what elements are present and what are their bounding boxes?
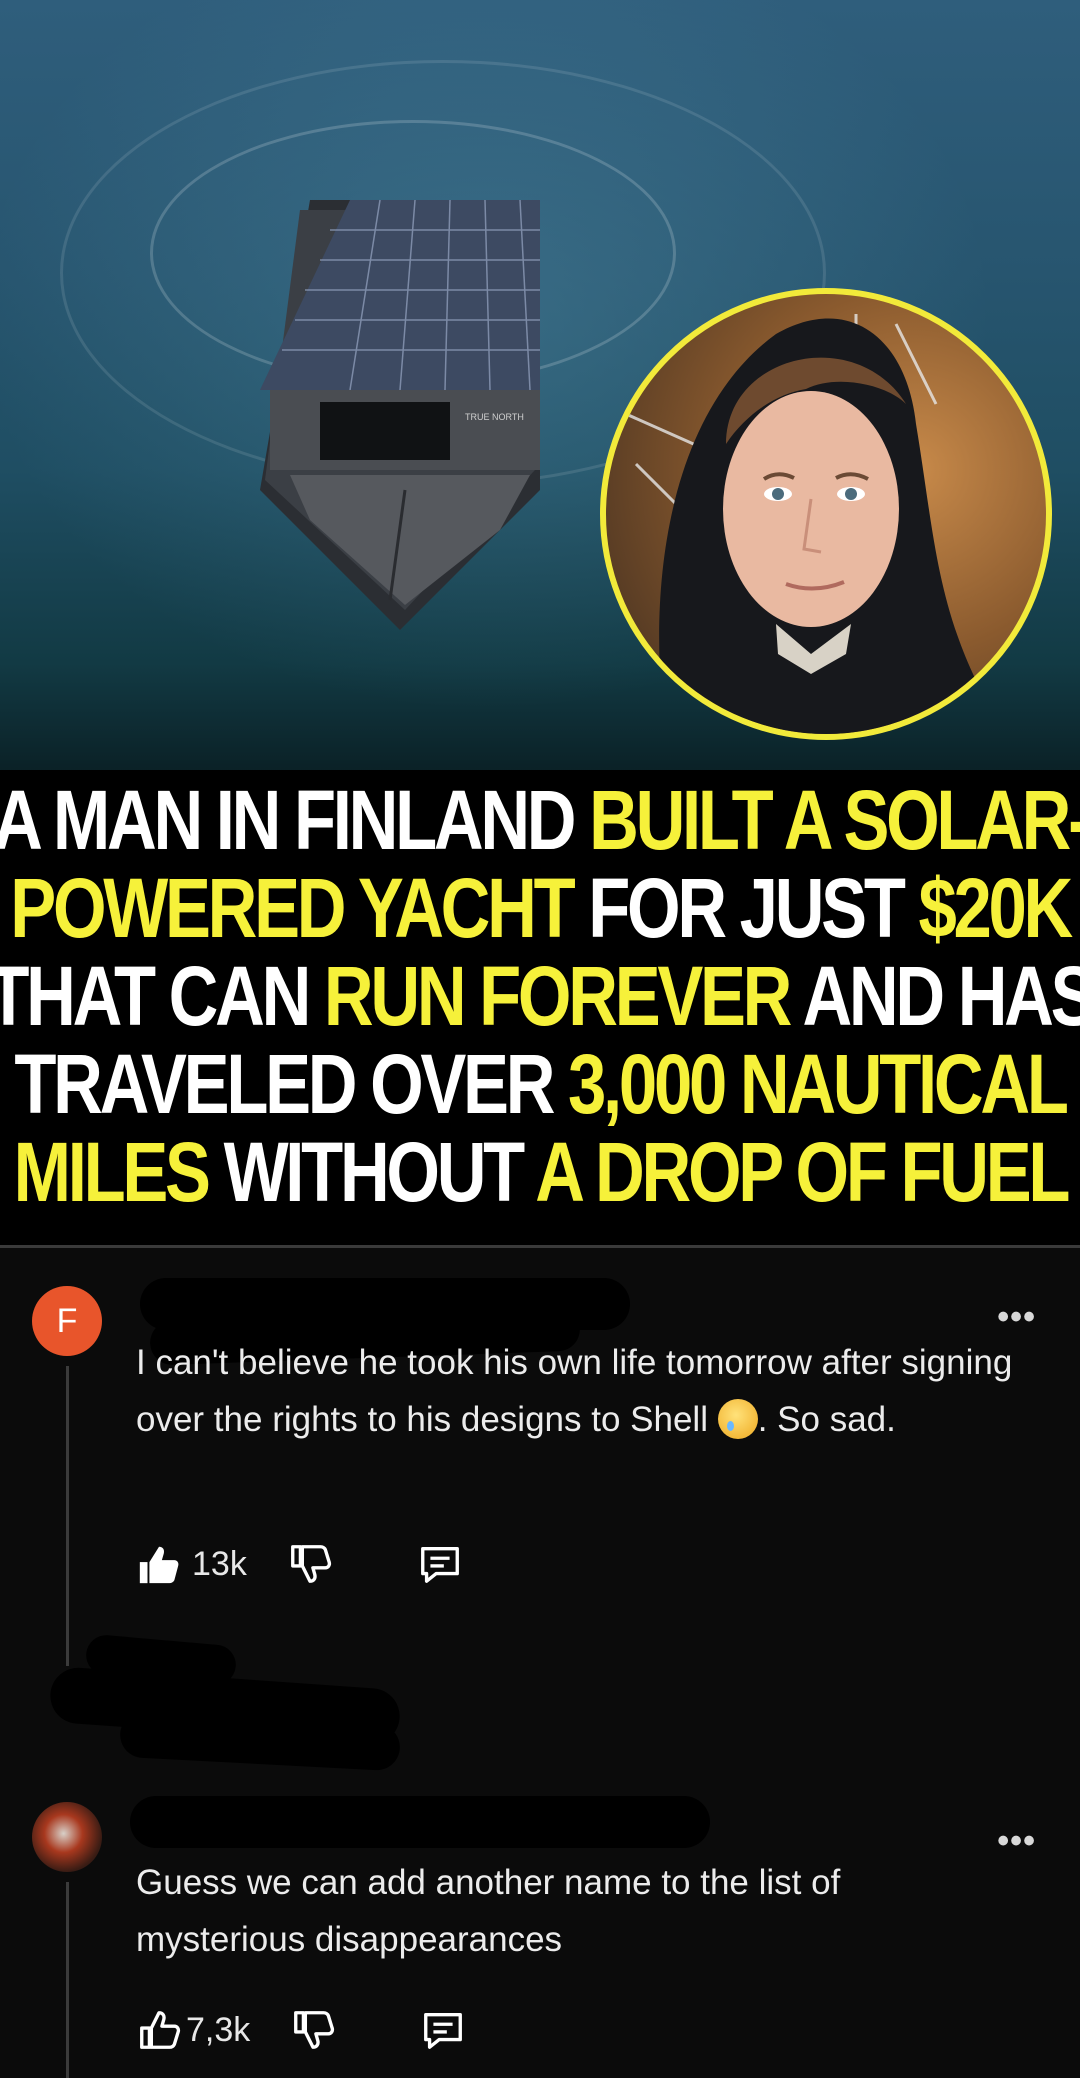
thumbs-up-filled-icon[interactable] (136, 1541, 182, 1587)
solar-boat: TRUE NORTH (260, 199, 540, 630)
avatar[interactable] (32, 1802, 102, 1872)
more-options-button[interactable]: ••• (997, 1298, 1036, 1337)
headline-line-5: MILES WITHOUT A DROP OF FUEL (13, 1125, 1070, 1219)
headline-line-1: A MAN IN FINLAND BUILT A SOLAR- (0, 773, 1080, 867)
thumbs-down-icon[interactable] (290, 2007, 336, 2053)
comment-actions: 7,3k (136, 2000, 466, 2060)
headline-line-2: POWERED YACHT FOR JUST $20K (10, 861, 1073, 955)
reply-comment-icon[interactable] (417, 1541, 463, 1587)
thread-line[interactable] (66, 1366, 69, 1666)
avatar[interactable]: F (32, 1286, 102, 1356)
thumbs-down-icon[interactable] (287, 1541, 333, 1587)
headline: A MAN IN FINLAND BUILT A SOLAR- POWERED … (0, 770, 1080, 1245)
man-portrait (600, 288, 1052, 740)
comment-text: Guess we can add another name to the lis… (136, 1863, 841, 1959)
crying-face-emoji-icon (717, 1399, 758, 1439)
upvote-count: 7,3k (186, 2010, 251, 2049)
boat-sign-text: TRUE NORTH (465, 412, 524, 422)
comment-2: ••• Guess we can add another name to the… (0, 1790, 1080, 2078)
comment-1: F ••• I can't believe he took his own li… (0, 1248, 1080, 1808)
headline-line-4: TRAVELED OVER 3,000 NAUTICAL (14, 1037, 1069, 1131)
thumbs-up-outline-icon[interactable] (136, 2007, 182, 2053)
post-image[interactable]: TRUE NORTH A MAN IN FINLAND BUILT A SOLA… (0, 0, 1080, 1245)
upvote-count: 13k (192, 1544, 247, 1583)
redacted-username (130, 1796, 710, 1848)
headline-line-3: THAT CAN RUN FOREVER AND HAS (0, 949, 1080, 1043)
thread-line[interactable] (66, 1882, 69, 2078)
comment-text: I can't believe he took his own life tom… (136, 1343, 1013, 1439)
avatar-letter: F (56, 1301, 78, 1340)
comment-actions: 13k (136, 1534, 463, 1594)
reply-comment-icon[interactable] (420, 2007, 466, 2053)
